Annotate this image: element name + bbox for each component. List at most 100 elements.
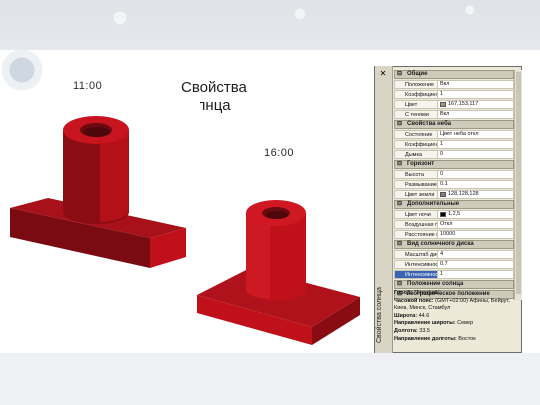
model-render-11 [0, 100, 200, 275]
geo-label: Направление широты: [394, 320, 458, 327]
property-value[interactable]: 1 [438, 140, 514, 149]
property-value[interactable]: 0.7 [438, 260, 514, 269]
geo-value: 33.5 [419, 327, 430, 334]
property-value[interactable]: Цвет неба откл [438, 130, 514, 139]
property-row[interactable]: Высота 0 [394, 170, 514, 179]
property-row[interactable]: Положение Вкл [394, 80, 514, 89]
property-row[interactable]: Интенсивност...1 [394, 270, 514, 279]
background-droplets [0, 0, 540, 50]
property-value[interactable]: Откл [438, 220, 514, 229]
collapse-icon[interactable]: ⊟ [397, 71, 403, 77]
geo-value: Восток [458, 335, 476, 342]
section-title: Горизонт [407, 161, 435, 167]
color-swatch [440, 192, 446, 197]
geo-line: Широта: 44.6 [394, 313, 513, 321]
color-swatch [440, 212, 446, 217]
property-name: Состояние [394, 130, 438, 139]
section-title: Дополнительные [407, 201, 460, 207]
property-value-text: 0 [440, 151, 444, 157]
property-name: Дымка [394, 150, 438, 159]
bottom-band [0, 353, 540, 405]
property-name: Цвет земли [394, 190, 438, 199]
property-value[interactable]: 0.1 [438, 180, 514, 189]
palette-title: Свойства солнца [376, 287, 383, 343]
section-title: Свойства неба [407, 121, 452, 127]
droplet-decoration [0, 50, 60, 105]
geo-line: Город: "Текущий" [394, 290, 513, 298]
property-row[interactable]: Интенсивност...0.7 [394, 260, 514, 269]
geo-line: Долгота: 33.5 [394, 328, 513, 336]
model-render-16 [192, 175, 372, 353]
property-row[interactable]: Размывание 0.1 [394, 180, 514, 189]
geo-label: Город: [394, 290, 414, 296]
geo-label: Долгота: [394, 327, 420, 334]
property-value-text: 128,128,128 [448, 191, 479, 197]
geo-line: Часовой пояс: (GMT+02:00) Афины, Бейрут,… [394, 298, 513, 313]
collapse-icon[interactable]: ⊟ [397, 201, 403, 207]
property-name: Интенсивност... [394, 270, 438, 279]
property-value[interactable]: 10000 [438, 230, 514, 239]
property-value-text: 1 [440, 91, 444, 97]
section-header[interactable]: ⊟ Общие [394, 70, 514, 79]
section-header[interactable]: ⊟ Дополнительные [394, 200, 514, 209]
property-value-text: 0 [440, 171, 444, 177]
section-header[interactable]: ⊟ Свойства неба [394, 120, 514, 129]
geo-label: Часовой пояс: [394, 297, 436, 304]
property-row[interactable]: С тенями Вкл [394, 110, 514, 119]
property-value[interactable]: 0 [438, 150, 514, 159]
property-name: Цвет ночи [394, 210, 438, 219]
property-value[interactable]: 1 [438, 90, 514, 99]
color-swatch [440, 102, 446, 107]
geo-label: Направление долготы: [394, 335, 459, 342]
property-value[interactable]: 1 [438, 270, 514, 279]
property-name: Воздушная пе... [394, 220, 438, 229]
section-title: Положение солнца [407, 281, 464, 287]
property-name: Положение [394, 80, 438, 89]
property-value[interactable]: 128,128,128 [438, 190, 514, 199]
property-value-text: Цвет неба откл [440, 131, 479, 137]
property-row[interactable]: Воздушная пе...Откл [394, 220, 514, 229]
property-value[interactable]: 0 [438, 170, 514, 179]
geo-label: Широта: [394, 312, 419, 319]
property-name: Коэффициент ... [394, 140, 438, 149]
property-row[interactable]: Коэффициент ...1 [394, 140, 514, 149]
property-value[interactable]: 1,2,5 [438, 210, 514, 219]
property-value-text: Вкл [440, 111, 450, 117]
property-row[interactable]: Дымка 0 [394, 150, 514, 159]
section-header[interactable]: ⊟ Горизонт [394, 160, 514, 169]
property-name: Интенсивност... [394, 260, 438, 269]
property-value-text: 0.7 [440, 261, 448, 267]
property-value-text: 1,2,5 [448, 211, 461, 217]
property-value[interactable]: Вкл [438, 80, 514, 89]
property-row[interactable]: Расстояние ви...10000 [394, 230, 514, 239]
property-row[interactable]: Цвет земли 128,128,128 [394, 190, 514, 199]
geo-value: 44.6 [418, 312, 430, 319]
property-value-text: Вкл [440, 81, 450, 87]
property-value-text: 1 [440, 271, 444, 277]
section-header[interactable]: ⊟ Вид солнечного диска [394, 240, 514, 249]
property-row[interactable]: Масштаб диска4 [394, 250, 514, 259]
scrollbar-thumb[interactable] [516, 72, 521, 294]
property-value-text: 0.1 [440, 181, 448, 187]
property-row[interactable]: Цвет ночи 1,2,5 [394, 210, 514, 219]
property-row[interactable]: Состояние Цвет неба откл [394, 130, 514, 139]
property-row[interactable]: Цвет 167,153,117 [394, 100, 514, 109]
section-header[interactable]: ⊟ Положение солнца [394, 280, 514, 289]
property-value[interactable]: Вкл [438, 110, 514, 119]
collapse-icon[interactable]: ⊟ [397, 281, 403, 287]
property-value-text: 10000 [440, 231, 456, 237]
property-value[interactable]: 167,153,117 [438, 100, 514, 109]
close-icon[interactable]: ✕ [377, 69, 389, 79]
collapse-icon[interactable]: ⊟ [397, 161, 403, 167]
collapse-icon[interactable]: ⊟ [397, 241, 403, 247]
property-name: С тенями [394, 110, 438, 119]
property-value[interactable]: 4 [438, 250, 514, 259]
property-value-text: Откл [440, 221, 453, 227]
property-row[interactable]: Коэффициент ...1 [394, 90, 514, 99]
property-name: Расстояние ви... [394, 230, 438, 239]
property-name: Масштаб диска [394, 250, 438, 259]
collapse-icon[interactable]: ⊟ [397, 121, 403, 127]
palette-scrollbar[interactable] [514, 70, 522, 300]
geo-value: Север [457, 320, 474, 327]
property-name: Высота [394, 170, 438, 179]
